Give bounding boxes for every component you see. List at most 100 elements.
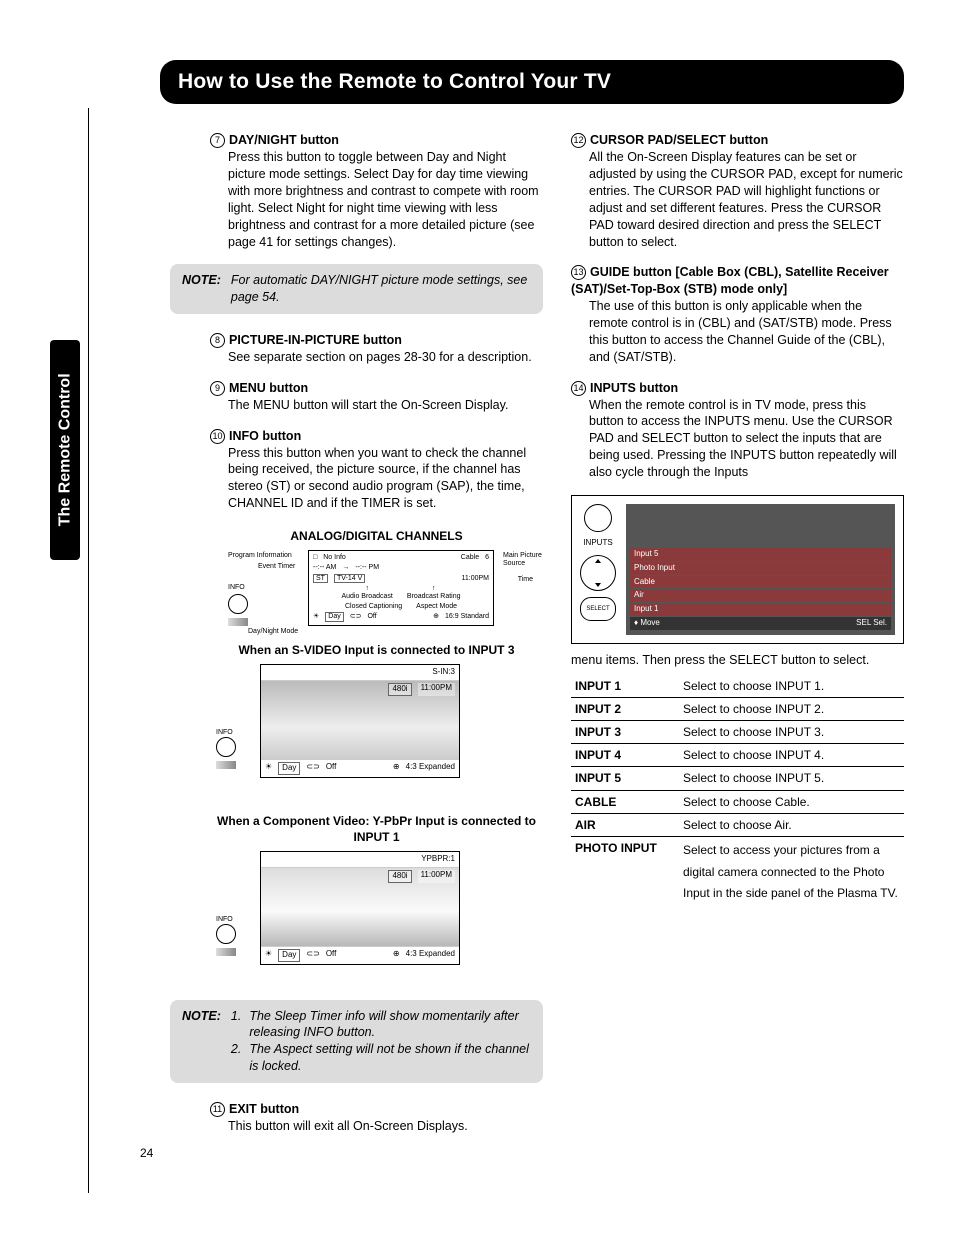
- info-button-icon: [216, 737, 236, 757]
- osd-rating: TV-14 V: [334, 574, 365, 584]
- info-button-icon: [228, 594, 248, 614]
- note-sleep-aspect: NOTE: 1.The Sleep Timer info will show m…: [170, 1000, 543, 1084]
- note-label: NOTE:: [182, 1008, 221, 1076]
- lbl-info-2: INFO: [216, 729, 233, 736]
- callout-11-icon: 11: [210, 1102, 225, 1117]
- osd-clock: 11:00PM: [462, 575, 490, 583]
- callout-9-icon: 9: [210, 381, 225, 396]
- arrow-icon: [228, 618, 248, 626]
- section-side-label: The Remote Control: [54, 374, 76, 527]
- entry-body-b: menu items. Then press the SELECT button…: [571, 652, 904, 669]
- component-corner: YPBPR:1: [421, 854, 455, 863]
- select-button-icon: SELECT: [580, 597, 616, 621]
- sample-image: 480i 11:00PM: [261, 868, 459, 946]
- entry-menu: 9MENU button The MENU button will start …: [210, 380, 543, 414]
- page-title: How to Use the Remote to Control Your TV: [178, 70, 611, 93]
- entry-body: Press this button to toggle between Day …: [228, 149, 543, 250]
- lbl-audio: Audio Broadcast: [341, 593, 392, 600]
- section-side-tab: The Remote Control: [50, 340, 80, 560]
- lbl-main-picture: Main Picture Source: [503, 552, 553, 567]
- arrow-icon: [216, 761, 236, 769]
- info-button-block: INFO: [216, 728, 256, 773]
- entry-title: INPUTS button: [590, 381, 678, 395]
- osd-aspect: 16:9 Standard: [445, 613, 489, 621]
- note-label: NOTE:: [182, 272, 221, 306]
- osd-am: --:-- AM: [313, 564, 336, 572]
- table-row: PHOTO INPUTSelect to access your picture…: [571, 836, 904, 907]
- arrow-icon: [216, 948, 236, 956]
- analog-heading: ANALOG/DIGITAL CHANNELS: [210, 528, 543, 544]
- note-2-text: The Aspect setting will not be shown if …: [249, 1041, 531, 1075]
- svideo-clock: 11:00PM: [418, 683, 455, 696]
- lbl-program-info: Program Information: [228, 552, 292, 560]
- table-row: CABLESelect to choose Cable.: [571, 790, 904, 813]
- table-row: INPUT 4Select to choose INPUT 4.: [571, 744, 904, 767]
- lbl-info: INFO: [228, 584, 245, 592]
- entry-body: See separate section on pages 28-30 for …: [228, 349, 543, 366]
- entry-info: 10 INFO button Press this button when you…: [210, 428, 543, 512]
- entry-body: The MENU button will start the On-Screen…: [228, 397, 543, 414]
- osd-row: Input 1: [630, 603, 891, 616]
- inputs-diagram: INPUTS SELECT Input 5 Photo Input Cable …: [571, 495, 904, 644]
- entry-body-a: When the remote control is in TV mode, p…: [589, 397, 904, 481]
- entry-body: All the On-Screen Display features can b…: [589, 149, 904, 250]
- right-column: 12CURSOR PAD/SELECT button All the On-Sc…: [571, 132, 904, 1149]
- svideo-corner: S-IN:3: [432, 667, 455, 676]
- osd-channel: 6: [485, 554, 489, 562]
- svideo-day: Day: [278, 762, 300, 775]
- callout-12-icon: 12: [571, 133, 586, 148]
- callout-14-icon: 14: [571, 381, 586, 396]
- lbl-event-timer: Event Timer: [258, 563, 295, 571]
- page-number: 24: [140, 1145, 153, 1161]
- info-button-icon: [216, 924, 236, 944]
- component-aspect: 4:3 Expanded: [406, 949, 455, 962]
- entry-body: The use of this button is only applicabl…: [589, 298, 904, 366]
- entry-body: This button will exit all On-Screen Disp…: [228, 1118, 543, 1135]
- osd-row: Photo Input: [630, 562, 891, 575]
- osd-row: Air: [630, 589, 891, 602]
- lbl-rating: Broadcast Rating: [407, 593, 461, 600]
- entry-body: Press this button when you want to check…: [228, 445, 543, 513]
- svideo-heading: When an S-VIDEO Input is connected to IN…: [210, 642, 543, 658]
- entry-title: INFO button: [229, 429, 301, 443]
- osd-off: Off: [367, 613, 376, 621]
- osd-day: Day: [325, 612, 343, 622]
- entry-cursor-pad: 12CURSOR PAD/SELECT button All the On-Sc…: [571, 132, 904, 250]
- note-day-night: NOTE: For automatic DAY/NIGHT picture mo…: [170, 264, 543, 314]
- lbl-aspect: Aspect Mode: [416, 603, 457, 611]
- entry-title: PICTURE-IN-PICTURE button: [229, 333, 402, 347]
- margin-rule: [88, 108, 89, 1193]
- sample-image: 480i 11:00PM: [261, 681, 459, 759]
- page-title-bar: How to Use the Remote to Control Your TV: [160, 60, 904, 104]
- manual-page: How to Use the Remote to Control Your TV…: [0, 0, 954, 1189]
- entry-title: DAY/NIGHT button: [229, 133, 339, 147]
- callout-7-icon: 7: [210, 133, 225, 148]
- entry-pip: 8 PICTURE-IN-PICTURE button See separate …: [210, 332, 543, 366]
- component-osd: YPBPR:1 480i 11:00PM ☀Day ⊂⊃Off ⊕4:3 Exp…: [260, 851, 460, 965]
- info-button-block: INFO: [216, 915, 256, 960]
- entry-guide: 13GUIDE button [Cable Box (CBL), Satelli…: [571, 264, 904, 365]
- analog-diagram: Program Information Event Timer INFO Day…: [228, 550, 543, 626]
- osd-row: Input 5: [630, 548, 891, 561]
- entry-title: EXIT button: [229, 1102, 299, 1116]
- callout-13-icon: 13: [571, 265, 586, 280]
- note-1-text: The Sleep Timer info will show momentari…: [249, 1008, 531, 1042]
- entry-title: GUIDE button [Cable Box (CBL), Satellite…: [571, 265, 889, 296]
- note-text: For automatic DAY/NIGHT picture mode set…: [231, 272, 531, 306]
- component-day: Day: [278, 949, 300, 962]
- left-column: 7 DAY/NIGHT button Press this button to t…: [210, 132, 543, 1149]
- component-res: 480i: [388, 870, 411, 883]
- table-row: INPUT 2Select to choose INPUT 2.: [571, 697, 904, 720]
- callout-8-icon: 8: [210, 333, 225, 348]
- osd-noinfo: No Info: [323, 554, 346, 562]
- svideo-res: 480i: [388, 683, 411, 696]
- component-heading: When a Component Video: Y-PbPr Input is …: [210, 813, 543, 845]
- table-row: AIRSelect to choose Air.: [571, 813, 904, 836]
- entry-exit: 11 EXIT button This button will exit all …: [210, 1101, 543, 1135]
- osd-footer: ♦ Move SEL Sel.: [630, 617, 891, 630]
- osd-st: ST: [313, 574, 328, 584]
- callout-10-icon: 10: [210, 429, 225, 444]
- osd-pm: --:-- PM: [355, 564, 379, 572]
- inputs-button-icon: [584, 504, 612, 532]
- lbl-time: Time: [518, 576, 533, 584]
